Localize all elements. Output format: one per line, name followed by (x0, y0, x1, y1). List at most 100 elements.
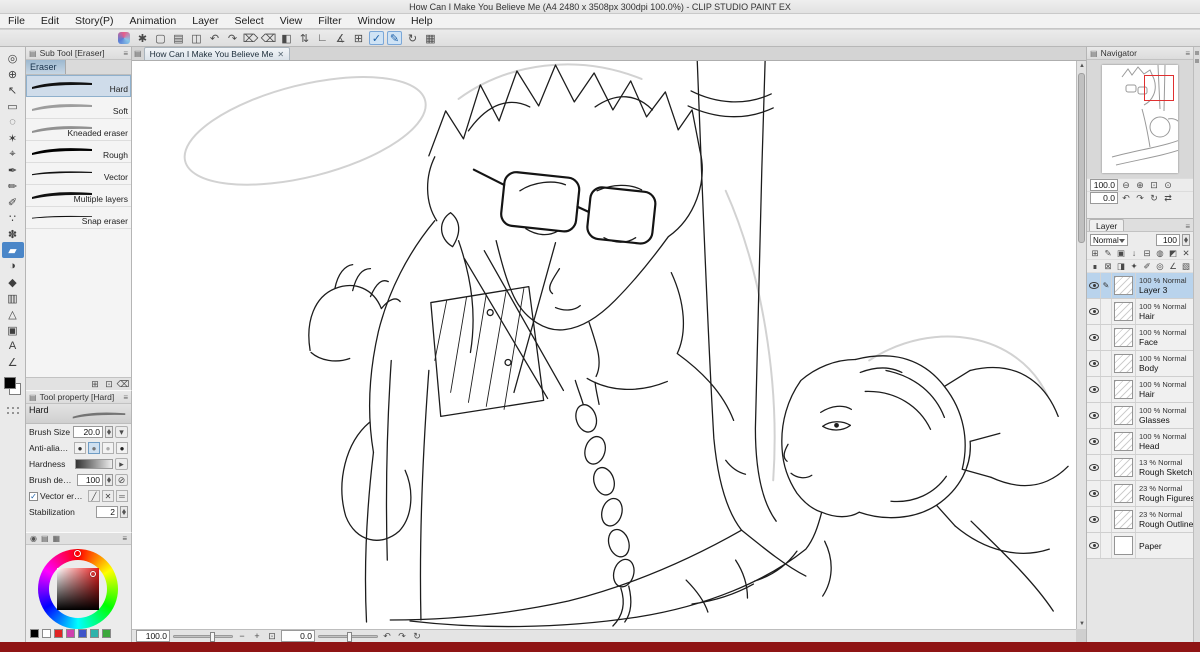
layer-visibility-cell[interactable] (1087, 403, 1101, 428)
layer-thumbnail-cell[interactable] (1112, 429, 1136, 454)
Rough Outlines[interactable]: 23 % Normal Rough Outlines (1087, 507, 1193, 533)
sub-tool-item[interactable]: Vector (26, 163, 131, 185)
layer-visibility-cell[interactable] (1087, 273, 1101, 298)
layer-thumbnail-cell[interactable] (1112, 377, 1136, 402)
move-tool[interactable]: ⊕ (2, 66, 24, 82)
erase-to-intersection-icon[interactable]: ✕ (102, 490, 114, 502)
clip-studio-icon[interactable] (118, 32, 130, 44)
menu-item[interactable]: Story(P) (67, 14, 122, 29)
sub-tool-group-tab-eraser[interactable]: Eraser (26, 60, 66, 74)
transfer-layer-icon[interactable]: ↓ (1128, 247, 1140, 259)
duplicate-subtool-icon[interactable]: ⊡ (103, 378, 115, 390)
Hair[interactable]: 100 % Normal Hair (1087, 377, 1193, 403)
layer-visibility-cell[interactable] (1087, 507, 1101, 532)
zoom-out-icon[interactable]: − (236, 631, 248, 642)
layer-thumbnail-cell[interactable] (1112, 507, 1136, 532)
layer-visibility-cell[interactable] (1087, 481, 1101, 506)
layer-visibility-cell[interactable] (1087, 377, 1101, 402)
eye-icon[interactable] (1088, 490, 1099, 497)
lock-layer-icon[interactable]: ∎ (1089, 260, 1101, 272)
hardness-slider[interactable] (75, 459, 113, 469)
rotate-left-icon[interactable]: ↶ (381, 631, 393, 642)
layer-thumbnail-cell[interactable] (1112, 455, 1136, 480)
foreground-background-swatch[interactable] (3, 376, 23, 398)
new-raster-layer-icon[interactable]: ⊞ (1089, 247, 1101, 259)
pen-tool[interactable]: ✒ (2, 162, 24, 178)
enable-mask-icon[interactable]: ◎ (1154, 260, 1166, 272)
panel-menu-icon[interactable]: ≡ (122, 534, 127, 543)
ruler-icon[interactable]: ∠ (1167, 260, 1179, 272)
rotate-right-icon[interactable]: ↷ (1134, 192, 1146, 204)
menu-item[interactable]: Layer (184, 14, 226, 29)
sub-tool-item[interactable]: Kneaded eraser (26, 119, 131, 141)
panel-menu-icon[interactable]: ≡ (1185, 49, 1190, 58)
grid-view-icon[interactable]: ▦ (423, 31, 438, 45)
Layer 3[interactable]: ✎ 100 % Normal Layer 3 (1087, 273, 1193, 299)
navigator-view-rectangle[interactable] (1144, 75, 1174, 101)
color-wheel-tab-icon[interactable]: ◉ (30, 534, 37, 543)
layer-thumbnail-cell[interactable] (1112, 403, 1136, 428)
panel-edge-strip[interactable] (1193, 47, 1200, 642)
correct-line-icon[interactable]: ✓ (369, 31, 384, 45)
new-folder-icon[interactable]: ▣ (1115, 247, 1127, 259)
Head[interactable]: 100 % Normal Head (1087, 429, 1193, 455)
history-swatch-green[interactable] (102, 628, 111, 638)
history-swatch-magenta[interactable] (66, 628, 75, 638)
zoom-100-icon[interactable]: ⊙ (1162, 179, 1174, 191)
menu-item[interactable]: Filter (310, 14, 349, 29)
delete-subtool-icon[interactable]: ⌫ (117, 378, 130, 390)
hardness-expand-icon[interactable]: ▸ (115, 458, 128, 470)
eye-icon[interactable] (1088, 308, 1099, 315)
apply-mask-icon[interactable]: ◩ (1167, 247, 1179, 259)
canvas-vertical-scrollbar[interactable]: ▲ ▼ (1076, 61, 1086, 629)
flip-horizontal-icon[interactable]: ⇄ (1162, 192, 1174, 204)
snap-to-ruler-icon[interactable]: ∟ (315, 31, 330, 45)
vector-snap-icon[interactable]: ✎ (387, 31, 402, 45)
new-file-icon[interactable]: ▢ (153, 31, 168, 45)
stabilization-spinner[interactable] (120, 506, 128, 518)
layer-thumbnail-cell[interactable] (1112, 273, 1136, 298)
panel-menu-icon[interactable]: ≡ (123, 49, 128, 58)
sub-color-swatch[interactable] (42, 628, 51, 638)
color-set-tab-icon[interactable]: ▦ (53, 534, 61, 543)
layer-thumbnail-cell[interactable] (1112, 351, 1136, 376)
layer-thumbnail-cell[interactable] (1112, 325, 1136, 350)
layer-visibility-cell[interactable] (1087, 351, 1101, 376)
rotate-right-icon[interactable]: ↷ (396, 631, 408, 642)
erase-touched-areas-icon[interactable]: ╱ (88, 490, 100, 502)
eye-icon[interactable] (1088, 386, 1099, 393)
operation-tool[interactable]: ↖ (2, 82, 24, 98)
anti-alias-weak-icon[interactable]: ● (88, 442, 100, 454)
sub-tool-item[interactable]: Soft (26, 97, 131, 119)
eye-icon[interactable] (1088, 542, 1099, 549)
fit-to-screen-icon[interactable]: ⊡ (1148, 179, 1160, 191)
snap-to-grid-icon[interactable]: ⊞ (351, 31, 366, 45)
zoom-in-icon[interactable]: ⊕ (1134, 179, 1146, 191)
navigator-rotation-value[interactable]: 0.0 (1090, 192, 1118, 204)
pencil-tool[interactable]: ✏ (2, 178, 24, 194)
draft-layer-icon[interactable]: ✐ (1141, 260, 1153, 272)
history-swatch-blue[interactable] (78, 628, 87, 638)
sub-tool-item[interactable]: Multiple layers (26, 185, 131, 207)
Face[interactable]: 100 % Normal Face (1087, 325, 1193, 351)
tab-close-icon[interactable]: ✕ (277, 50, 284, 59)
snap-to-special-ruler-icon[interactable]: ∡ (333, 31, 348, 45)
erase-whole-line-icon[interactable]: ═ (116, 490, 128, 502)
reset-rotation-icon[interactable]: ↻ (411, 631, 423, 642)
zoom-tool[interactable]: ◎ (2, 50, 24, 66)
create-mask-icon[interactable]: ◍ (1154, 247, 1166, 259)
document-list-icon[interactable]: ▤ (134, 49, 142, 58)
canvas-zoom-slider[interactable] (173, 631, 233, 642)
eye-icon[interactable] (1088, 360, 1099, 367)
decoration-tool[interactable]: ✽ (2, 226, 24, 242)
Glasses[interactable]: 100 % Normal Glasses (1087, 403, 1193, 429)
layer-color-icon[interactable]: ▧ (1180, 260, 1192, 272)
sub-tool-item[interactable]: Snap eraser (26, 207, 131, 229)
document-tab[interactable]: How Can I Make You Believe Me ✕ (143, 47, 291, 60)
brush-size-spinner[interactable] (105, 426, 113, 438)
reset-rotation-icon[interactable]: ↻ (1148, 192, 1160, 204)
reference-layer-icon[interactable]: ✦ (1128, 260, 1140, 272)
scrollbar-thumb[interactable] (1078, 73, 1085, 243)
merge-down-icon[interactable]: ⊟ (1141, 247, 1153, 259)
eraser-tool[interactable]: ▰ (1, 242, 24, 258)
